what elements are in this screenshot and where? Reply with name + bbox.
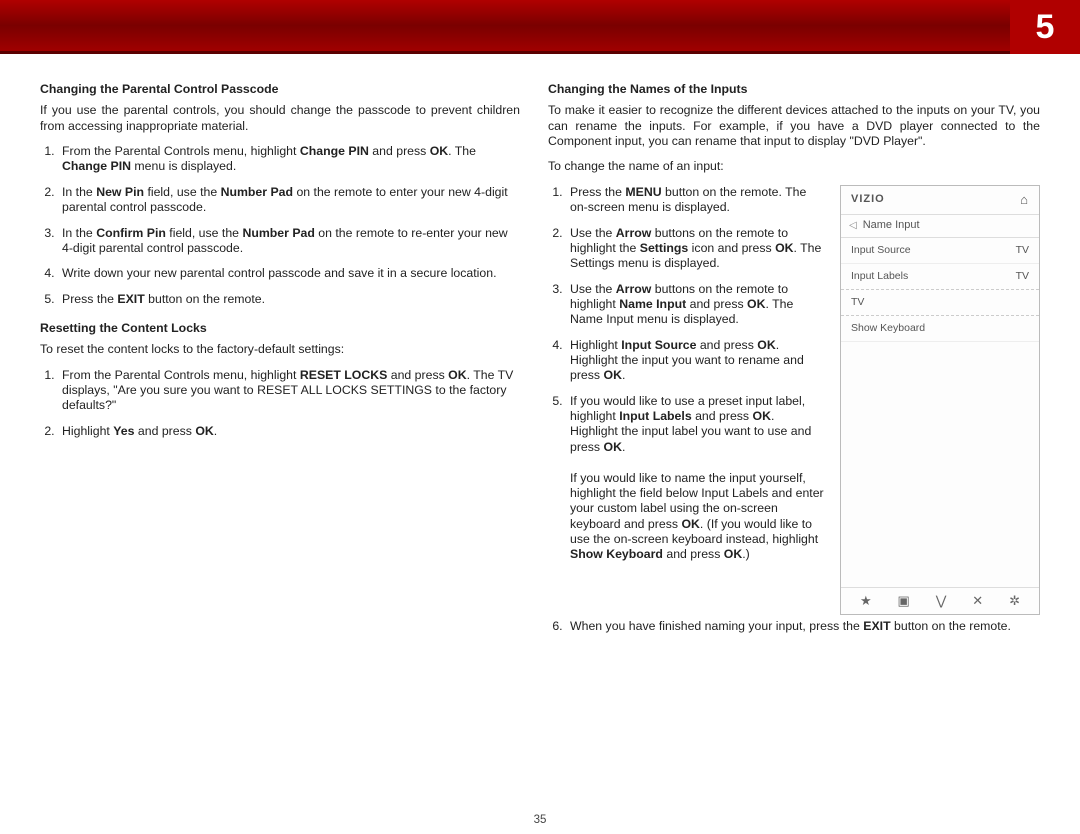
tv-row-label: Input Labels xyxy=(851,270,908,283)
tv-row-label: TV xyxy=(851,296,864,309)
page-number: 35 xyxy=(0,814,1080,826)
chapter-header-bar: 5 xyxy=(0,0,1080,54)
chapter-number-tab: 5 xyxy=(1010,0,1080,54)
tv-row-label: Show Keyboard xyxy=(851,322,925,335)
steps-rename-text: Press the MENU button on the remote. The… xyxy=(548,185,824,615)
back-icon: ◁ xyxy=(849,220,857,233)
tv-brand-logo: VIZIO xyxy=(851,193,885,207)
step: Use the Arrow buttons on the remote to h… xyxy=(566,226,824,272)
tv-row-input-source: Input Source TV xyxy=(841,238,1039,264)
step: If you would like to use a preset input … xyxy=(566,394,824,563)
tv-osd-breadcrumb: ◁ Name Input xyxy=(841,215,1039,238)
star-icon: ★ xyxy=(860,593,872,609)
tv-row-custom-label: TV xyxy=(841,290,1039,316)
tv-row-value: TV xyxy=(1016,270,1029,283)
steps-reset-locks: From the Parental Controls menu, highlig… xyxy=(58,368,520,439)
heading-reset-locks: Resetting the Content Locks xyxy=(40,321,520,336)
section-rename-inputs: Changing the Names of the Inputs To make… xyxy=(548,82,1040,634)
step: From the Parental Controls menu, highlig… xyxy=(58,144,520,175)
step: Highlight Input Source and press OK. Hig… xyxy=(566,338,824,384)
step: Press the EXIT button on the remote. xyxy=(58,292,520,307)
tv-osd-footer: ★ ▣ ⋁ ✕ ✲ xyxy=(841,587,1039,614)
left-column: Changing the Parental Control Passcode I… xyxy=(40,82,520,648)
step: When you have finished naming your input… xyxy=(566,619,1040,634)
tv-osd-panel: VIZIO ⌂ ◁ Name Input Input Source TV Inp… xyxy=(840,185,1040,615)
intro-reset-locks: To reset the content locks to the factor… xyxy=(40,342,520,357)
page-body: Changing the Parental Control Passcode I… xyxy=(0,54,1080,658)
tv-osd-title: Name Input xyxy=(863,219,920,233)
v-icon: ⋁ xyxy=(936,593,947,609)
tv-osd-header: VIZIO ⌂ xyxy=(841,186,1039,215)
intro-rename-inputs: To make it easier to recognize the diffe… xyxy=(548,103,1040,149)
section-change-passcode: Changing the Parental Control Passcode I… xyxy=(40,82,520,307)
step: Use the Arrow buttons on the remote to h… xyxy=(566,282,824,328)
close-icon: ✕ xyxy=(972,593,983,609)
tv-osd-spacer xyxy=(841,342,1039,586)
tv-row-label: Input Source xyxy=(851,244,911,257)
right-split: Press the MENU button on the remote. The… xyxy=(548,185,1040,615)
step: From the Parental Controls menu, highlig… xyxy=(58,368,520,414)
right-column: Changing the Names of the Inputs To make… xyxy=(548,82,1040,648)
tv-row-show-keyboard: Show Keyboard xyxy=(841,316,1039,342)
home-icon: ⌂ xyxy=(1020,192,1029,208)
steps-rename-inputs: Press the MENU button on the remote. The… xyxy=(566,185,824,563)
step: In the Confirm Pin field, use the Number… xyxy=(58,226,520,257)
section-reset-locks: Resetting the Content Locks To reset the… xyxy=(40,321,520,439)
step: Write down your new parental control pas… xyxy=(58,266,520,281)
steps-rename-inputs-cont: When you have finished naming your input… xyxy=(566,619,1040,634)
heading-change-passcode: Changing the Parental Control Passcode xyxy=(40,82,520,97)
step: Highlight Yes and press OK. xyxy=(58,424,520,439)
lead-rename-inputs: To change the name of an input: xyxy=(548,159,1040,174)
steps-change-passcode: From the Parental Controls menu, highlig… xyxy=(58,144,520,307)
pip-icon: ▣ xyxy=(898,593,910,609)
tv-row-value: TV xyxy=(1016,244,1029,257)
tv-row-input-labels: Input Labels TV xyxy=(841,264,1039,290)
step: Press the MENU button on the remote. The… xyxy=(566,185,824,216)
gear-icon: ✲ xyxy=(1009,593,1020,609)
intro-change-passcode: If you use the parental controls, you sh… xyxy=(40,103,520,134)
heading-rename-inputs: Changing the Names of the Inputs xyxy=(548,82,1040,97)
step: In the New Pin field, use the Number Pad… xyxy=(58,185,520,216)
